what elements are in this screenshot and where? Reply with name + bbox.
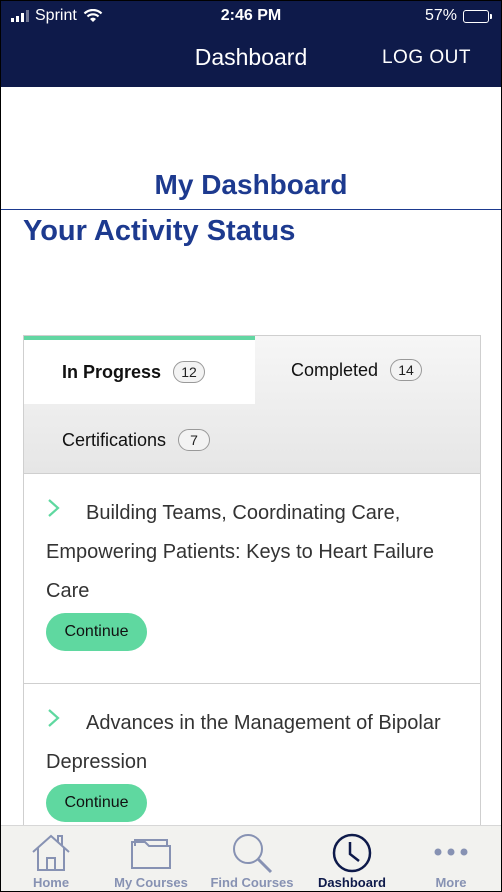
- tab-find-courses[interactable]: Find Courses: [204, 826, 300, 892]
- status-tabs: In Progress 12 Completed 14 Certificatio…: [24, 336, 480, 474]
- search-icon: [233, 834, 273, 874]
- tab-in-progress[interactable]: In Progress 12: [24, 336, 255, 404]
- tab-label: Find Courses: [210, 875, 294, 890]
- tab-label: Completed: [291, 359, 379, 380]
- tab-more[interactable]: More: [421, 826, 481, 892]
- battery-percent: 57%: [424, 7, 457, 24]
- course-title[interactable]: Advances in the Management of Bipolar De…: [46, 704, 458, 782]
- count-badge: 12: [173, 361, 206, 383]
- tab-label: Home: [32, 875, 70, 890]
- home-icon: [32, 834, 70, 871]
- count-badge: 7: [178, 429, 211, 451]
- clock-icon: [332, 833, 372, 873]
- status-bar: Sprint 2:46 PM 57%: [1, 1, 501, 33]
- activity-card: In Progress 12 Completed 14 Certificatio…: [23, 335, 481, 835]
- tab-completed[interactable]: Completed 14: [255, 336, 480, 404]
- title-divider: [1, 209, 501, 210]
- tab-label: My Courses: [114, 875, 188, 890]
- activity-heading: Your Activity Status: [23, 215, 296, 247]
- count-badge: 14: [390, 359, 423, 381]
- continue-button[interactable]: Continue: [46, 784, 147, 822]
- list-item[interactable]: Advances in the Management of Bipolar De…: [24, 684, 480, 835]
- chevron-right-icon: [48, 709, 60, 727]
- more-icon: [434, 848, 468, 856]
- continue-button[interactable]: Continue: [46, 613, 147, 651]
- course-title[interactable]: Building Teams, Coordinating Care, Empow…: [46, 494, 458, 611]
- list-item[interactable]: Building Teams, Coordinating Care, Empow…: [24, 474, 480, 684]
- folder-icon: [131, 839, 171, 869]
- battery-icon: [463, 9, 492, 23]
- tab-label: In Progress: [62, 361, 162, 382]
- tab-label: More: [435, 875, 467, 890]
- bottom-tab-bar: Home My Courses Find Courses Dashboard M…: [1, 825, 501, 891]
- tab-label: Dashboard: [318, 875, 386, 890]
- tab-certifications[interactable]: Certifications 7: [24, 406, 255, 474]
- nav-bar: Dashboard LOG OUT: [1, 33, 501, 87]
- tab-dashboard[interactable]: Dashboard: [309, 826, 395, 892]
- battery-group: 57%: [424, 7, 492, 25]
- logout-button[interactable]: LOG OUT: [382, 47, 471, 69]
- tab-my-courses[interactable]: My Courses: [106, 826, 196, 892]
- chevron-right-icon: [48, 499, 60, 517]
- tab-home[interactable]: Home: [21, 826, 81, 892]
- tab-label: Certifications: [62, 429, 167, 450]
- page-title: My Dashboard: [154, 169, 348, 200]
